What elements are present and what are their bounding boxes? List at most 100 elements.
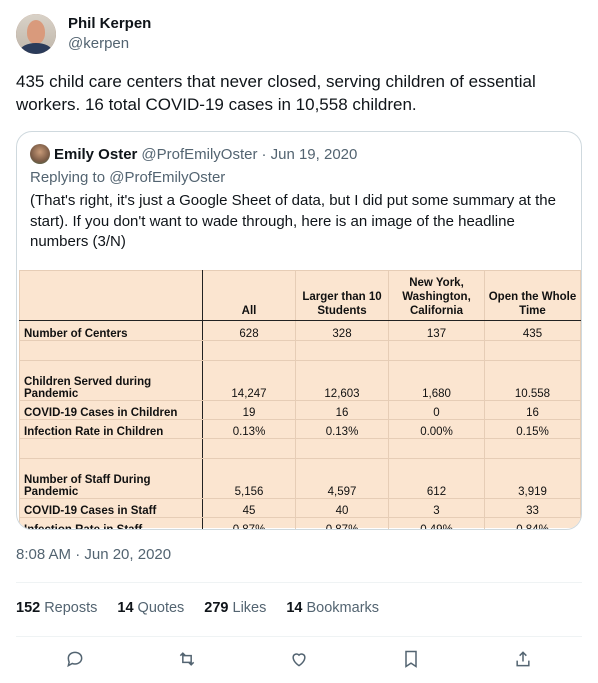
table-cell: 40 — [295, 498, 389, 518]
table-cell: 0.84% — [484, 517, 581, 529]
quotes-label: Quotes — [137, 600, 185, 616]
table-cell: 0 — [388, 400, 485, 420]
table-cell: 0.49% — [388, 517, 485, 529]
table-cell: 612 — [388, 458, 485, 499]
table-header: Larger than 10 Students — [295, 270, 389, 321]
bookmarks-count: 14 — [286, 600, 303, 616]
reposts-count: 152 — [16, 600, 41, 616]
quotes-stat[interactable]: 14 Quotes — [117, 600, 184, 616]
likes-stat[interactable]: 279 Likes — [204, 600, 266, 616]
table-cell: 5,156 — [202, 458, 296, 499]
author-avatar[interactable] — [16, 14, 56, 54]
reposts-stat[interactable]: 152 Reposts — [16, 600, 97, 616]
action-bar — [16, 648, 582, 670]
table-cell: 16 — [295, 400, 389, 420]
table-cell: 0.87% — [295, 517, 389, 529]
quoted-handle: @ProfEmilyOster — [141, 145, 258, 163]
divider — [16, 582, 582, 583]
table-cell — [295, 438, 389, 459]
table-cell: 0.13% — [295, 419, 389, 439]
summary-table: All Larger than 10 Students New York, Wa… — [19, 270, 581, 529]
table-cell — [202, 438, 296, 459]
quoted-date: · Jun 19, 2020 — [261, 145, 358, 163]
table-row: Infection Rate in Staff 0.87% 0.87% 0.49% 0.… — [19, 517, 581, 529]
table-header: Open the Whole Time — [484, 270, 581, 321]
table-row: Number of Staff During Pandemic 5,156 4,59… — [19, 458, 581, 499]
author-handle[interactable]: @kerpen — [68, 34, 151, 54]
like-icon[interactable] — [288, 648, 310, 670]
replying-to: Replying to @ProfEmilyOster — [30, 169, 225, 186]
divider — [16, 636, 582, 637]
table-row: Number of Centers 628 328 137 435 — [19, 320, 581, 341]
bookmarks-stat[interactable]: 14 Bookmarks — [286, 600, 379, 616]
table-cell: 137 — [388, 320, 485, 341]
quoted-text: (That's right, it's just a Google Sheet … — [30, 192, 556, 250]
row-label: Number of Staff During Pandemic — [19, 458, 203, 499]
spreadsheet-image: All Larger than 10 Students New York, Wa… — [19, 270, 581, 529]
table-cell: 16 — [484, 400, 581, 420]
table-header: All — [202, 270, 296, 321]
author-display-name[interactable]: Phil Kerpen — [68, 14, 151, 34]
table-cell — [295, 340, 389, 361]
table-cell: 1,680 — [388, 360, 485, 401]
table-cell: 3,919 — [484, 458, 581, 499]
row-label: COVID-19 Cases in Staff — [19, 498, 203, 518]
table-cell: 4,597 — [295, 458, 389, 499]
table-cell: 45 — [202, 498, 296, 518]
table-cell: 33 — [484, 498, 581, 518]
table-row: COVID-19 Cases in Children 19 16 0 16 — [19, 400, 581, 420]
bookmarks-label: Bookmarks — [306, 600, 380, 616]
table-cell: 435 — [484, 320, 581, 341]
table-cell: 19 — [202, 400, 296, 420]
table-cell — [484, 340, 581, 361]
table-row: COVID-19 Cases in Staff 45 40 3 33 — [19, 498, 581, 518]
author-names: Phil Kerpen @kerpen — [68, 14, 151, 54]
table-cell: 628 — [202, 320, 296, 341]
replying-handle[interactable]: @ProfEmilyOster — [109, 169, 225, 186]
table-header-row: All Larger than 10 Students New York, Wa… — [19, 270, 581, 321]
table-cell — [388, 438, 485, 459]
quoted-tweet[interactable]: Emily Oster @ProfEmilyOster · Jun 19, 20… — [16, 131, 582, 530]
table-cell: 0.87% — [202, 517, 296, 529]
likes-label: Likes — [232, 600, 267, 616]
tweet-timestamp[interactable]: 8:08 AM · Jun 20, 2020 — [16, 546, 171, 563]
share-icon[interactable] — [512, 648, 534, 670]
table-cell: 328 — [295, 320, 389, 341]
table-cell — [484, 438, 581, 459]
table-cell: 10.558 — [484, 360, 581, 401]
row-label — [19, 438, 203, 459]
likes-count: 279 — [204, 600, 229, 616]
quoted-avatar — [30, 144, 50, 164]
quoted-header: Emily Oster @ProfEmilyOster · Jun 19, 20… — [30, 144, 357, 164]
table-cell — [388, 340, 485, 361]
table-cell: 0.00% — [388, 419, 485, 439]
table-row — [19, 340, 581, 361]
reply-icon[interactable] — [64, 648, 86, 670]
repost-icon[interactable] — [176, 648, 198, 670]
quotes-count: 14 — [117, 600, 134, 616]
quoted-display-name: Emily Oster — [54, 145, 138, 163]
table-cell: 14,247 — [202, 360, 296, 401]
table-row — [19, 438, 581, 459]
row-label — [19, 340, 203, 361]
table-cell: 0.15% — [484, 419, 581, 439]
table-cell — [202, 340, 296, 361]
table-header: New York, Washington, California — [388, 270, 485, 321]
table-cell: 3 — [388, 498, 485, 518]
row-label: Infection Rate in Staff — [19, 517, 203, 529]
row-label: Children Served during Pandemic — [19, 360, 203, 401]
row-label: COVID-19 Cases in Children — [19, 400, 203, 420]
table-row: Infection Rate in Children 0.13% 0.13% 0.00… — [19, 419, 581, 439]
bookmark-icon[interactable] — [400, 648, 422, 670]
replying-label: Replying to — [30, 169, 110, 186]
table-row: Children Served during Pandemic 14,247 12,… — [19, 360, 581, 401]
row-label: Infection Rate in Children — [19, 419, 203, 439]
table-cell: 0.13% — [202, 419, 296, 439]
table-header-empty — [19, 270, 203, 321]
reposts-label: Reposts — [44, 600, 98, 616]
tweet-header: Phil Kerpen @kerpen — [16, 12, 151, 56]
tweet-text: 435 child care centers that never closed… — [16, 72, 536, 114]
row-label: Number of Centers — [19, 320, 203, 341]
table-cell: 12,603 — [295, 360, 389, 401]
engagement-stats: 152 Reposts 14 Quotes 279 Likes 14 Bookmarks — [16, 600, 379, 616]
